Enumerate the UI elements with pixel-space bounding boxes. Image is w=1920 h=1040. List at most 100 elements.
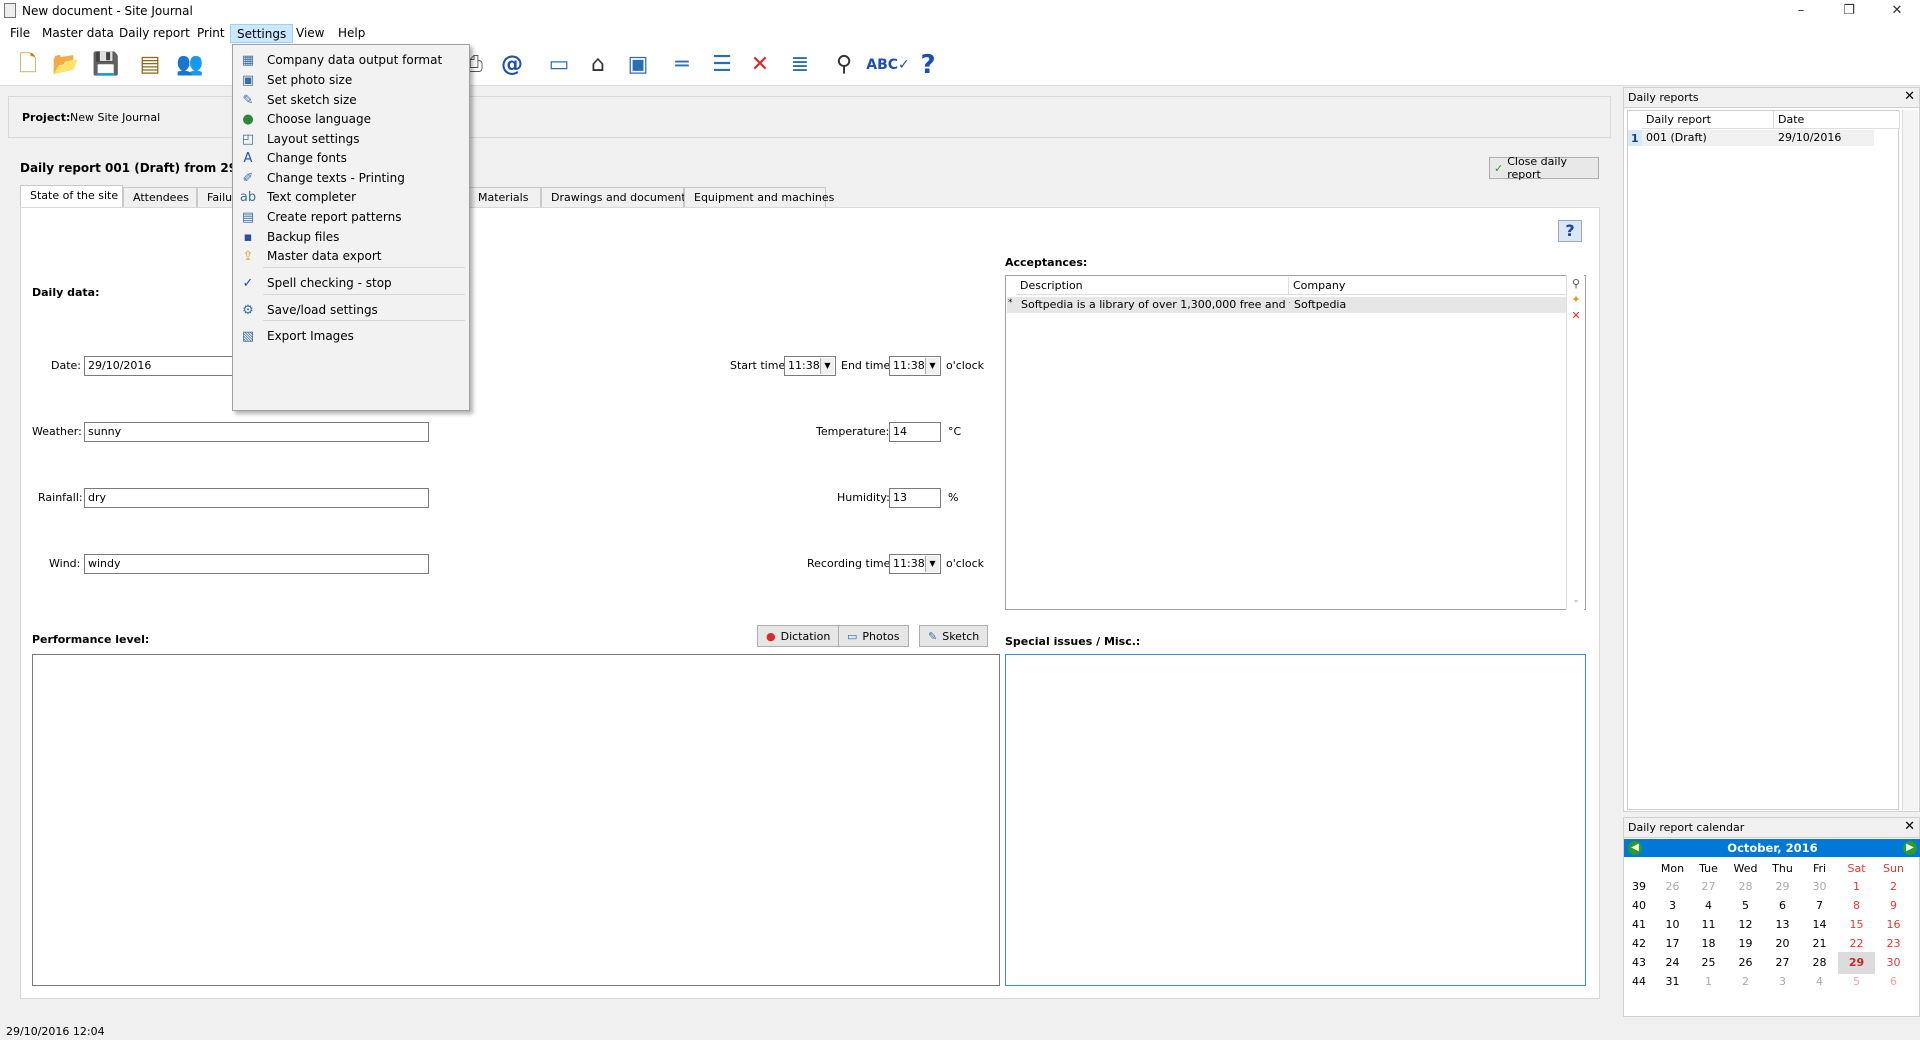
calendar-day[interactable]: 3 <box>1764 971 1801 993</box>
table-row[interactable]: * Softpedia is a library of over 1,300,0… <box>1007 297 1569 313</box>
email-icon[interactable]: @ <box>496 49 528 81</box>
date-field[interactable]: 29/10/2016 <box>84 356 234 376</box>
close-icon[interactable]: ✕ <box>1904 89 1915 104</box>
calendar-day[interactable]: 5 <box>1838 971 1875 993</box>
row-daily-report[interactable]: 001 (Draft) <box>1642 130 1774 146</box>
row-description: Softpedia is a library of over 1,300,000… <box>1021 298 1290 311</box>
chevron-down-icon: ▼ <box>925 358 939 374</box>
image-icon[interactable]: ▭ <box>543 49 575 81</box>
project-label: Project: <box>22 111 71 124</box>
header-daily-report[interactable]: Daily report <box>1642 111 1774 129</box>
settings-menu-label: Backup files <box>267 230 340 244</box>
settings-dropdown: ▦ Company data output format ▣ Set photo si… <box>232 44 470 411</box>
tab-attendees[interactable]: Attendees <box>123 187 197 207</box>
close-window-button[interactable]: ✕ <box>1874 0 1920 22</box>
sketch-label: Sketch <box>942 629 980 643</box>
close-daily-report-button[interactable]: ✓ Close daily report <box>1489 155 1599 181</box>
photos-button[interactable]: ▭ Photos <box>838 625 909 647</box>
help-button[interactable]: ? <box>1558 220 1582 242</box>
menu-help[interactable]: Help <box>332 24 371 43</box>
new-document-icon[interactable]: 🗋 <box>12 49 44 81</box>
scrollbar[interactable] <box>1902 110 1918 810</box>
settings-menu-item[interactable]: ▧ Export Images <box>235 324 467 348</box>
row-company: Softpedia <box>1294 298 1347 311</box>
start-time-select[interactable]: 11:38 ▼ <box>784 356 836 376</box>
performance-textarea[interactable] <box>32 654 1000 986</box>
acceptances-header-company[interactable]: Company <box>1289 277 1570 295</box>
menu-separator <box>263 320 465 321</box>
row-number: 1 <box>1628 130 1642 146</box>
title-bar: New document - Site Journal – ❐ ✕ <box>0 0 1920 22</box>
wind-field[interactable]: windy <box>84 554 429 574</box>
calendar-grid: Mon Tue Wed Thu Fri Sat Sun 39 26 27 28 29 30 1 2 40 3 4 5… <box>1624 858 1920 1018</box>
calendar-day[interactable]: 6 <box>1875 971 1912 993</box>
calendar-day[interactable]: 1 <box>1690 971 1727 993</box>
dictation-button[interactable]: ● Dictation <box>757 625 840 647</box>
menu-settings[interactable]: Settings <box>230 24 294 43</box>
settings-menu-item[interactable]: ⇪ Master data export <box>235 244 467 268</box>
web-upload-icon[interactable]: ⌂ <box>582 49 614 81</box>
menu-daily-report[interactable]: Daily report <box>113 24 196 43</box>
magnifier-icon[interactable]: ⚲ <box>1569 277 1583 291</box>
search-binoculars-icon[interactable]: ⚲ <box>828 49 860 81</box>
add-row-icon[interactable]: ✦ <box>1569 293 1583 307</box>
image-edit-icon[interactable]: ▣ <box>622 49 654 81</box>
settings-menu-label: Layout settings <box>267 132 360 146</box>
checkmark-icon: ✓ <box>1494 161 1504 175</box>
end-time-value: 11:38 <box>893 359 925 372</box>
tab-equipment[interactable]: Equipment and machines <box>684 187 834 207</box>
close-daily-report-label: Close daily report <box>1507 155 1568 181</box>
settings-menu-item[interactable]: ✓ Spell checking - stop <box>235 271 467 295</box>
menu-print[interactable]: Print <box>191 24 231 43</box>
insert-row-icon[interactable]: ═ <box>666 49 698 81</box>
acceptances-header-description[interactable]: Description <box>1016 277 1289 295</box>
report-book-icon[interactable]: ▤ <box>134 49 166 81</box>
photo-icon: ▣ <box>241 72 255 88</box>
header-date[interactable]: Date <box>1774 111 1900 129</box>
help-icon[interactable]: ? <box>912 49 944 81</box>
acceptances-table[interactable]: Description Company * Softpedia is a lib… <box>1005 275 1586 610</box>
tab-state-of-site[interactable]: State of the site <box>20 185 123 208</box>
daily-reports-grid[interactable]: Daily report Date 1 001 (Draft) 29/10/20… <box>1627 110 1900 810</box>
sketch-button[interactable]: ✎ Sketch <box>919 625 989 647</box>
delete-icon[interactable]: ✕ <box>1569 309 1583 323</box>
next-month-icon[interactable]: ▶ <box>1903 841 1917 855</box>
settings-menu-label: Set sketch size <box>267 93 357 107</box>
recording-time-label: Recording time: <box>807 557 895 570</box>
chevron-down-icon: ▼ <box>820 358 834 374</box>
special-issues-textarea[interactable] <box>1005 654 1586 986</box>
calendar-day[interactable]: 2 <box>1727 971 1764 993</box>
recording-time-select[interactable]: 11:38 ▼ <box>889 554 941 574</box>
menu-master-data[interactable]: Master data <box>36 24 120 43</box>
menu-file[interactable]: File <box>4 24 36 43</box>
save-icon[interactable]: 💾 <box>90 49 122 81</box>
calendar-day[interactable]: 4 <box>1801 971 1838 993</box>
humidity-unit: % <box>948 491 959 504</box>
temperature-field[interactable]: 14 <box>889 422 941 442</box>
weather-field[interactable]: sunny <box>84 422 429 442</box>
menu-view[interactable]: View <box>290 24 330 43</box>
scroll-down-icon[interactable]: ⌄ <box>1569 593 1583 607</box>
row-date[interactable]: 29/10/2016 <box>1774 130 1874 146</box>
app-icon <box>4 3 16 18</box>
minimize-button[interactable]: – <box>1778 0 1824 22</box>
humidity-field[interactable]: 13 <box>889 488 941 508</box>
calendar-header: Daily report calendar ✕ <box>1624 818 1919 838</box>
delete-row-icon[interactable]: ✕ <box>744 49 776 81</box>
date-label: Date: <box>51 359 81 372</box>
settings-menu-item[interactable]: ⚙ Save/load settings <box>235 298 467 322</box>
spellcheck-icon[interactable]: ABC✓ <box>866 49 910 81</box>
close-icon[interactable]: ✕ <box>1904 819 1915 834</box>
open-folder-icon[interactable]: 📂 <box>50 49 82 81</box>
prev-month-icon[interactable]: ◀ <box>1628 841 1642 855</box>
calendar-title: Daily report calendar <box>1628 821 1745 834</box>
edit-row-icon[interactable]: ☰ <box>706 49 738 81</box>
add-people-icon[interactable]: 👥 <box>174 49 206 81</box>
rainfall-field[interactable]: dry <box>84 488 429 508</box>
move-rows-icon[interactable]: ≣ <box>784 49 816 81</box>
end-time-select[interactable]: 11:38 ▼ <box>889 356 941 376</box>
calendar-day[interactable]: 31 <box>1654 971 1691 993</box>
tab-materials[interactable]: Materials <box>468 187 541 207</box>
tab-drawings[interactable]: Drawings and documents <box>541 187 691 207</box>
maximize-button[interactable]: ❐ <box>1826 0 1872 22</box>
